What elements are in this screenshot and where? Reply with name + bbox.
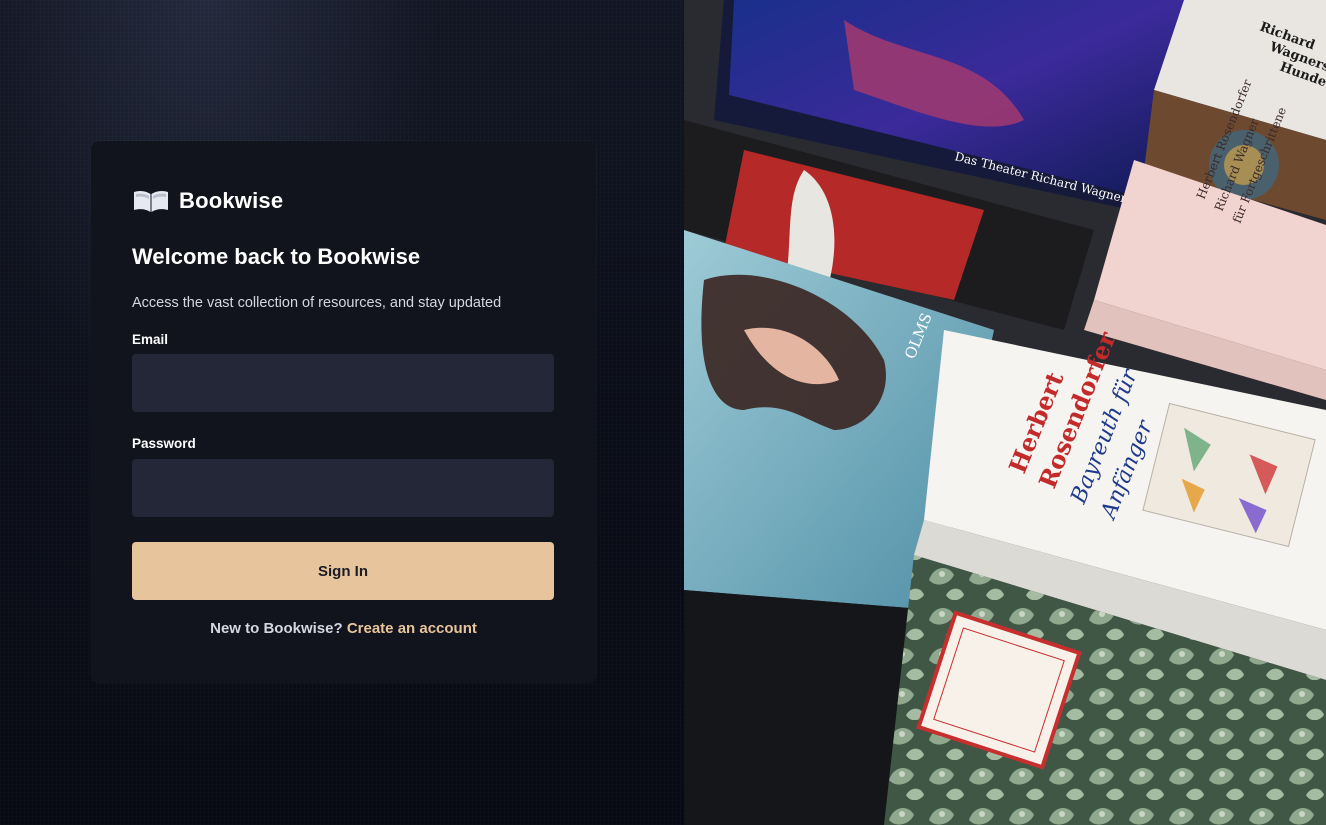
email-label: Email [132,332,169,347]
signup-prompt-text: New to Bookwise? [210,620,343,637]
books-illustration: Das Theater Richard Wagners Richard Wagn… [684,0,1326,825]
page-subtitle: Access the vast collection of resources,… [132,295,502,311]
create-account-link[interactable]: Create an account [347,620,477,637]
sign-in-button[interactable]: Sign In [132,542,554,600]
password-label: Password [132,436,196,451]
open-book-icon [134,190,168,212]
page-title: Welcome back to Bookwise [132,244,421,269]
left-pane: Bookwise Welcome back to Bookwise Access… [0,0,684,825]
books-photo: Das Theater Richard Wagners Richard Wagn… [684,0,1326,825]
signup-prompt: New to Bookwise? Create an account [91,620,596,637]
brand-name: Bookwise [179,188,284,213]
password-field[interactable] [132,459,554,517]
login-card: Bookwise Welcome back to Bookwise Access… [91,141,596,683]
email-field[interactable] [132,354,554,412]
brand: Bookwise [132,188,283,214]
